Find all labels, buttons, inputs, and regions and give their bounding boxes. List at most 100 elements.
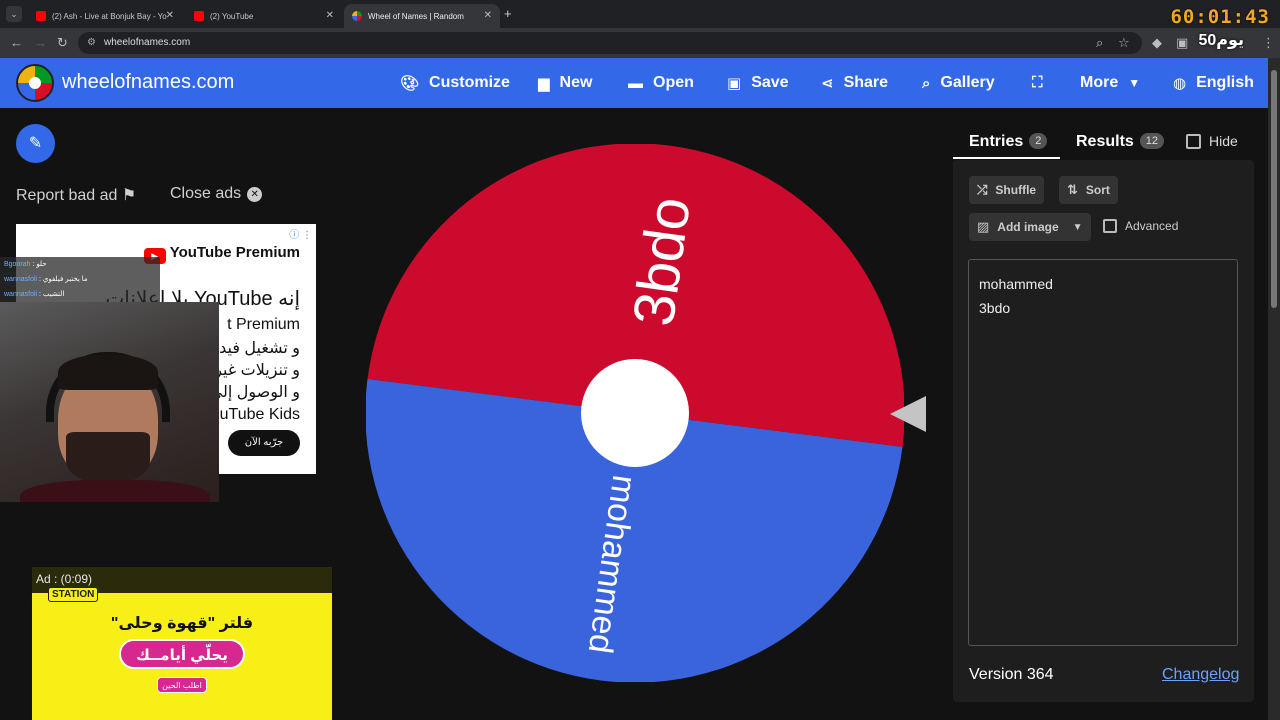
ad-brand-logo: STATION [48, 587, 99, 602]
close-ads-button[interactable]: Close ads ✕ [170, 185, 263, 203]
browser-tab-youtube[interactable]: (2) YouTube ✕ [186, 4, 342, 28]
advanced-checkbox[interactable] [1103, 219, 1117, 233]
entries-count-badge: 2 [1029, 133, 1048, 149]
ad-line: و الوصول إلى [209, 384, 300, 401]
browser-toolbar: ← → ↻ ⚙ wheelofnames.com ⌕ ☆ ◆ ▣ ⋮ [0, 28, 1280, 58]
ad-headline: فلتر "قهوة وحلى" [110, 615, 254, 632]
close-tab-icon[interactable]: ✕ [484, 10, 492, 21]
tab-title: (2) YouTube [210, 11, 254, 21]
tab-entries-label: Entries [969, 133, 1024, 150]
new-label: New [559, 74, 593, 91]
tab-search-icon[interactable]: ⌄ [6, 6, 22, 22]
reload-icon[interactable]: ↻ [57, 35, 68, 51]
ad-cta-button[interactable]: جرّبه الآن [228, 430, 300, 456]
ad-slogan: يحلّي أيامــك [119, 639, 245, 669]
search-icon: ⌕ [922, 74, 931, 92]
youtube-favicon-icon [36, 11, 46, 21]
new-button[interactable]: ▆ New [538, 74, 592, 92]
stream-chat-overlay: Bgoorah : حلو wannasfoli : ما يختبر فيلف… [0, 257, 160, 303]
customize-button[interactable]: 🎨︎ Customize [400, 74, 510, 92]
ad-line: uTube Kids و [207, 406, 300, 423]
browser-tab-wheel[interactable]: Wheel of Names | Random ✕ [344, 4, 500, 28]
ad-line: t Premium [227, 316, 300, 333]
folder-icon: ▬ [628, 74, 643, 92]
wheel-svg[interactable]: 3bdo mohammed [365, 143, 905, 683]
streamer-beard [66, 432, 150, 484]
ad-line: و تشغيل فيد [219, 340, 300, 357]
bookmark-star-icon[interactable]: ☆ [1118, 35, 1130, 51]
wheel-logo-icon[interactable] [16, 64, 54, 102]
sort-icon: ⇅ [1067, 182, 1078, 197]
hide-checkbox[interactable] [1186, 133, 1201, 149]
fullscreen-button[interactable]: ⛶ [1032, 74, 1053, 91]
entry-line: 3bdo [979, 300, 1011, 316]
save-button[interactable]: ▣ Save [727, 74, 789, 92]
entries-textarea[interactable]: mohammed 3bdo [968, 259, 1238, 646]
wheel[interactable]: 3bdo mohammed [365, 143, 905, 683]
add-image-label: Add image [997, 220, 1059, 234]
tab-results[interactable]: Results 12 [1076, 133, 1165, 151]
ad-brand-text: YouTube Premium [169, 244, 300, 261]
more-button[interactable]: More ▼ [1080, 74, 1140, 92]
ad-order-button[interactable]: اطلب الحين [157, 677, 207, 693]
more-label: More [1080, 74, 1119, 91]
tab-results-label: Results [1076, 133, 1134, 150]
shuffle-label: Shuffle [995, 183, 1037, 197]
scrollbar-thumb[interactable] [1271, 70, 1277, 308]
tab-entries[interactable]: Entries 2 [969, 133, 1048, 151]
advanced-toggle[interactable]: Advanced [1103, 219, 1178, 233]
forward-icon[interactable]: → [34, 35, 47, 50]
language-button[interactable]: ◍ English [1173, 74, 1254, 92]
ad-brand: ▶ YouTube Premium [143, 244, 300, 264]
browser-menu-icon[interactable]: ⋮ [1262, 35, 1275, 51]
streamer-hair [58, 354, 158, 390]
browser-tabstrip: ⌄ (2) Ash - Live at Bonjuk Bay - Yo ✕ (2… [0, 0, 1280, 28]
address-bar[interactable]: ⚙ wheelofnames.com [78, 32, 1142, 54]
shuffle-button[interactable]: ⤮ Shuffle [969, 176, 1045, 204]
ad-line: و تنزيلات غير [214, 362, 300, 379]
browser-tab-ash[interactable]: (2) Ash - Live at Bonjuk Bay - Yo ✕ [28, 4, 182, 28]
image-icon: ▨ [977, 219, 990, 234]
wheel-center [581, 359, 689, 467]
new-tab-icon[interactable]: + [504, 6, 512, 21]
tab-title: Wheel of Names | Random [368, 11, 464, 21]
wheel-pointer-icon [890, 396, 926, 432]
coffee-ad[interactable]: Ad : (0:09) STATION فلتر "قهوة وحلى" يحل… [32, 567, 332, 720]
tab-title: (2) Ash - Live at Bonjuk Bay - Yo [52, 11, 167, 21]
close-tab-icon[interactable]: ✕ [166, 10, 174, 21]
extensions-puzzle-icon[interactable]: ▣ [1176, 35, 1188, 51]
share-button[interactable]: ⋖ Share [821, 74, 888, 92]
caret-down-icon: ▼ [1128, 76, 1141, 90]
gallery-button[interactable]: ⌕ Gallery [922, 74, 995, 92]
sort-label: Sort [1085, 183, 1110, 197]
globe-icon: ◍ [1173, 75, 1187, 92]
day-counter: يوم50 [1198, 32, 1244, 49]
hide-toggle[interactable]: Hide [1186, 133, 1238, 149]
ad-info-icon[interactable]: ⓘ ⋮ [289, 226, 312, 241]
ad-timer: Ad : (0:09) [36, 572, 93, 586]
back-icon[interactable]: ← [10, 35, 23, 50]
site-info-icon[interactable]: ⚙ [87, 32, 96, 54]
close-tab-icon[interactable]: ✕ [326, 10, 334, 21]
edit-pencil-button[interactable]: ✎ [16, 124, 55, 163]
chat-message: Bgoorah : حلو [4, 261, 47, 268]
report-bad-ad-link[interactable]: Report bad ad ⚑ [16, 185, 136, 205]
floppy-disk-icon: ▣ [727, 75, 742, 92]
shuffle-icon: ⤮ [977, 182, 988, 197]
zoom-icon[interactable]: ⌕ [1096, 35, 1103, 51]
page-scrollbar[interactable] [1268, 58, 1280, 720]
add-image-button[interactable]: ▨ Add image ▼ [969, 213, 1091, 241]
sort-button[interactable]: ⇅ Sort [1059, 176, 1118, 204]
wheel-favicon-icon [352, 11, 362, 21]
results-count-badge: 12 [1139, 133, 1165, 149]
extension-icon[interactable]: ◆ [1152, 35, 1162, 51]
site-title[interactable]: wheelofnames.com [62, 71, 234, 94]
report-ad-label: Report bad ad [16, 187, 118, 204]
caret-down-icon: ▼ [1072, 221, 1083, 233]
fullscreen-icon: ⛶ [1032, 74, 1043, 91]
chat-message: wannasfoli : التشيب [4, 291, 65, 298]
open-button[interactable]: ▬ Open [628, 74, 694, 92]
share-label: Share [843, 74, 889, 91]
changelog-link[interactable]: Changelog [1162, 666, 1239, 684]
hide-label: Hide [1209, 133, 1238, 149]
